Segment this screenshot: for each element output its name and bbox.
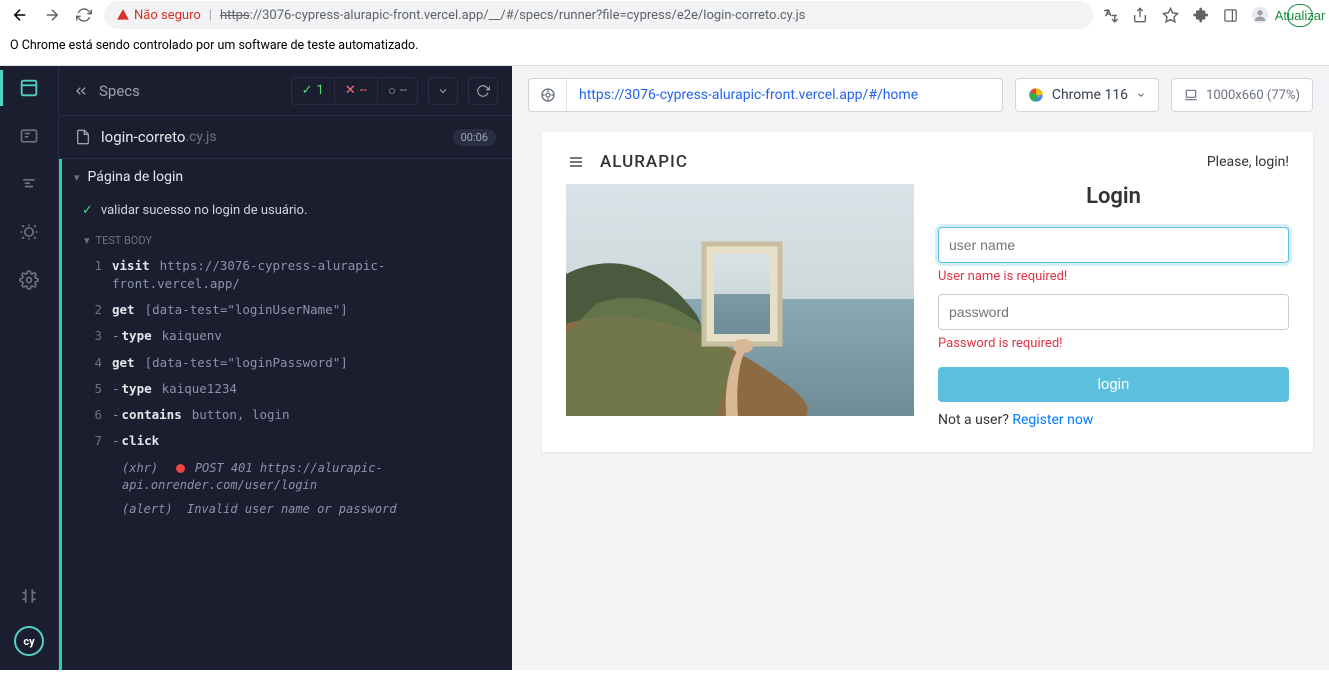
pass-count: ✓ 1 xyxy=(292,78,335,103)
spec-header: Specs ✓ 1 ✕ -- ○ -- xyxy=(59,66,512,116)
options-dropdown[interactable] xyxy=(428,77,458,105)
address-bar[interactable]: Não seguro | https://3076-cypress-alurap… xyxy=(104,1,1093,29)
xhr-log[interactable]: (xhr) POST 401 https://alurapic-api.onre… xyxy=(62,454,512,496)
side-panel-icon[interactable] xyxy=(1221,8,1239,23)
username-error: User name is required! xyxy=(938,269,1289,284)
command-row[interactable]: 7-click xyxy=(62,428,512,454)
share-icon[interactable] xyxy=(1131,7,1149,23)
register-link[interactable]: Register now xyxy=(1012,412,1093,428)
update-button[interactable]: Atualizar xyxy=(1287,4,1313,27)
debug-nav-icon[interactable] xyxy=(17,172,41,196)
please-login-link[interactable]: Please, login! xyxy=(1207,154,1289,170)
viewport-chip[interactable]: 1000x660 (77%) xyxy=(1171,78,1313,112)
aut-url[interactable]: https://3076-cypress-alurapic-front.verc… xyxy=(567,87,930,103)
alert-log[interactable]: (alert) Invalid user name or password xyxy=(62,496,512,524)
translate-icon[interactable] xyxy=(1101,7,1119,24)
test-stats: ✓ 1 ✕ -- ○ -- xyxy=(291,77,418,105)
describe-block[interactable]: ▾ Página de login xyxy=(62,159,512,195)
star-icon[interactable] xyxy=(1161,7,1179,24)
check-icon: ✓ xyxy=(82,203,93,218)
browser-actions: Atualizar xyxy=(1101,4,1321,27)
file-ext: .cy.js xyxy=(185,129,216,145)
extensions-icon[interactable] xyxy=(1191,7,1209,23)
browser-label: Chrome 116 xyxy=(1052,87,1128,103)
command-row[interactable]: 3-typekaiquenv xyxy=(62,323,512,349)
spec-file-row[interactable]: login-correto.cy.js 00:06 xyxy=(59,116,512,159)
command-row[interactable]: 6-containsbutton, login xyxy=(62,402,512,428)
browser-toolbar: Não seguro | https://3076-cypress-alurap… xyxy=(0,0,1329,30)
app-header: ALURAPIC Please, login! xyxy=(542,132,1313,184)
forward-button[interactable] xyxy=(40,3,64,27)
aut-iframe: ALURAPIC Please, login! xyxy=(542,132,1313,452)
url-text: https://3076-cypress-alurapic-front.verc… xyxy=(220,8,805,23)
brand-title: ALURAPIC xyxy=(600,152,688,172)
file-name: login-correto xyxy=(101,128,185,146)
browser-selector[interactable]: Chrome 116 xyxy=(1015,78,1159,112)
login-heading: Login xyxy=(938,184,1289,209)
bug-nav-icon[interactable] xyxy=(17,220,41,244)
command-row[interactable]: 1visithttps://3076-cypress-alurapic-fron… xyxy=(62,253,512,297)
back-button[interactable] xyxy=(8,3,32,27)
login-form: Login User name is required! Password is… xyxy=(938,184,1289,428)
command-row[interactable]: 4get[data-test="loginPassword"] xyxy=(62,350,512,376)
selector-playground-icon[interactable] xyxy=(529,79,567,111)
password-error: Password is required! xyxy=(938,336,1289,351)
password-input[interactable] xyxy=(938,294,1289,330)
file-icon xyxy=(75,129,91,145)
fail-count: ✕ -- xyxy=(335,78,378,103)
cypress-nav-rail: cy xyxy=(0,66,58,670)
specs-nav-icon[interactable] xyxy=(17,76,41,100)
hamburger-icon[interactable] xyxy=(566,154,586,170)
it-label: validar sucesso no login de usuário. xyxy=(101,203,308,218)
specs-label: Specs xyxy=(99,82,140,100)
aut-topbar: https://3076-cypress-alurapic-front.verc… xyxy=(512,66,1329,124)
automation-banner: O Chrome está sendo controlado por um so… xyxy=(0,30,1329,66)
aut-panel: https://3076-cypress-alurapic-front.verc… xyxy=(512,66,1329,670)
register-prompt: Not a user? Register now xyxy=(938,412,1289,428)
chevron-down-icon: ▾ xyxy=(74,171,80,184)
test-command-log: ▾ Página de login ✓ validar sucesso no l… xyxy=(59,159,512,670)
not-secure-label: Não seguro xyxy=(134,8,201,23)
status-dot-icon xyxy=(176,464,185,473)
it-block[interactable]: ✓ validar sucesso no login de usuário. xyxy=(62,195,512,226)
not-secure-indicator: Não seguro xyxy=(116,8,201,23)
reload-button[interactable] xyxy=(72,3,96,27)
login-button[interactable]: login xyxy=(938,367,1289,402)
command-row[interactable]: 5-typekaique1234 xyxy=(62,376,512,402)
specs-title[interactable]: Specs xyxy=(73,82,140,100)
test-body-heading: ▾ TEST BODY xyxy=(62,226,512,253)
profile-icon[interactable] xyxy=(1251,5,1269,25)
hero-image xyxy=(566,184,914,416)
aut-url-bar: https://3076-cypress-alurapic-front.verc… xyxy=(528,78,1003,112)
username-input[interactable] xyxy=(938,227,1289,263)
file-duration: 00:06 xyxy=(453,129,496,146)
keyboard-icon[interactable] xyxy=(19,586,39,606)
rerun-button[interactable] xyxy=(468,77,498,105)
command-row[interactable]: 2get[data-test="loginUserName"] xyxy=(62,297,512,323)
viewport-label: 1000x660 (77%) xyxy=(1206,88,1300,103)
pending-count: ○ -- xyxy=(378,78,417,104)
runs-nav-icon[interactable] xyxy=(17,124,41,148)
cypress-logo-icon[interactable]: cy xyxy=(14,626,44,656)
settings-nav-icon[interactable] xyxy=(17,268,41,292)
spec-panel: Specs ✓ 1 ✕ -- ○ -- login-correto xyxy=(58,66,512,670)
describe-label: Página de login xyxy=(88,169,184,185)
